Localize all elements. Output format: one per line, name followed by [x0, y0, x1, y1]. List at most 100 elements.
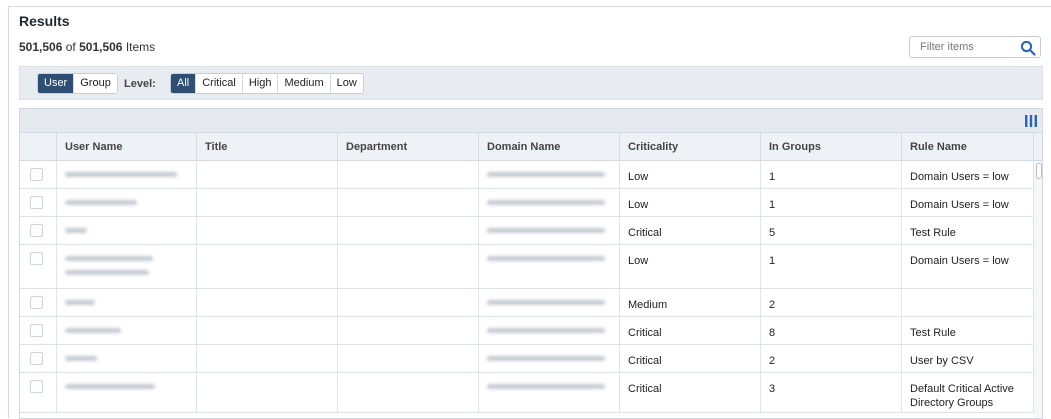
rule-name-value: Test Rule [910, 327, 956, 339]
grid-toolbar [20, 109, 1042, 133]
column-header-in-groups[interactable]: In Groups [761, 133, 902, 161]
results-grid: User Name Title Department Domain Name Criti… [19, 108, 1043, 419]
criticality-value: Low [628, 199, 649, 211]
scrollbar[interactable] [1034, 161, 1042, 418]
criticality-value: Critical [628, 227, 662, 239]
level-option-critical[interactable]: Critical [196, 74, 243, 93]
user-name-cell [57, 289, 197, 316]
user-name-cell [57, 317, 197, 344]
table-row[interactable]: Low 1 Domain Users = low [20, 189, 1034, 217]
scrollbar-thumb[interactable] [1036, 163, 1042, 179]
table-row[interactable]: Low 1 Domain Users = low [20, 245, 1034, 289]
level-option-high[interactable]: High [242, 74, 279, 93]
criticality-value: Critical [628, 355, 662, 367]
criticality-cell: Low [620, 245, 761, 288]
table-header: User Name Title Department Domain Name Criti… [20, 133, 1042, 161]
row-checkbox[interactable] [30, 296, 43, 309]
columns-icon[interactable] [1024, 114, 1038, 128]
column-header-domain-name[interactable]: Domain Name [479, 133, 620, 161]
user-name-cell [57, 373, 197, 412]
title-cell [197, 161, 338, 188]
department-cell [338, 317, 479, 344]
table-row[interactable]: Medium 2 [20, 289, 1034, 317]
criticality-value: Critical [628, 327, 662, 339]
table-row[interactable]: Critical 2 User by CSV [20, 345, 1034, 373]
department-cell [338, 217, 479, 244]
in-groups-cell: 1 [761, 161, 902, 188]
criticality-cell: Critical [620, 217, 761, 244]
level-label: Level: [124, 78, 156, 90]
criticality-cell: Critical [620, 317, 761, 344]
in-groups-value: 2 [769, 355, 776, 367]
rule-name-value: Test Rule [910, 227, 956, 239]
item-count: 501,506 of 501,506 Items [19, 40, 155, 54]
redacted-user-name [65, 356, 97, 361]
in-groups-value: 1 [769, 171, 776, 183]
row-checkbox[interactable] [30, 252, 43, 265]
redacted-user-name [65, 228, 87, 233]
row-checkbox[interactable] [30, 380, 43, 393]
rule-name-cell: Domain Users = low [902, 189, 1034, 216]
title-cell [197, 217, 338, 244]
filter-box [909, 36, 1041, 58]
domain-name-cell [479, 217, 620, 244]
rule-name-cell: Default Critical Active Directory Groups [902, 373, 1034, 412]
criticality-cell: Low [620, 161, 761, 188]
department-cell [338, 373, 479, 412]
domain-name-cell [479, 189, 620, 216]
domain-name-cell [479, 161, 620, 188]
type-toggle: User Group [37, 73, 118, 94]
in-groups-cell: 1 [761, 189, 902, 216]
filter-toolbar: User Group Level: All Critical High Medium Lo… [19, 66, 1043, 100]
column-header-criticality[interactable]: Criticality [620, 133, 761, 161]
criticality-value: Low [628, 171, 649, 183]
page-title: Results [19, 13, 70, 29]
table-body: Low 1 Domain Users = low Low 1 Domain Users =… [20, 161, 1042, 418]
row-checkbox[interactable] [30, 168, 43, 181]
search-icon[interactable] [1020, 40, 1036, 56]
redacted-user-name [65, 172, 177, 177]
level-option-medium[interactable]: Medium [278, 74, 331, 93]
level-option-all[interactable]: All [171, 74, 197, 93]
redacted-domain-name [487, 300, 605, 305]
table-row[interactable]: Low 1 Domain Users = low [20, 161, 1034, 189]
redacted-user-name [65, 300, 95, 305]
table-row[interactable]: Critical 3 Default Critical Active Directo… [20, 373, 1034, 413]
column-header-user-name[interactable]: User Name [57, 133, 197, 161]
criticality-value: Medium [628, 299, 668, 311]
table-row[interactable]: Critical 5 Test Rule [20, 217, 1034, 245]
title-cell [197, 189, 338, 216]
department-cell [338, 289, 479, 316]
redacted-domain-name [487, 200, 605, 205]
department-cell [338, 245, 479, 288]
in-groups-value: 3 [769, 383, 776, 395]
in-groups-cell: 2 [761, 345, 902, 372]
row-checkbox[interactable] [30, 352, 43, 365]
filter-input[interactable] [910, 37, 1018, 57]
title-cell [197, 245, 338, 288]
user-name-cell [57, 189, 197, 216]
column-header-title[interactable]: Title [197, 133, 338, 161]
row-checkbox[interactable] [30, 224, 43, 237]
user-name-cell [57, 217, 197, 244]
rule-name-value: Domain Users = low [910, 199, 1009, 211]
domain-name-cell [479, 373, 620, 412]
type-option-user[interactable]: User [38, 74, 75, 93]
user-name-cell [57, 245, 197, 288]
results-panel: Results 501,506 of 501,506 Items UserGro… [8, 6, 1051, 419]
rule-name-cell: Domain Users = low [902, 245, 1034, 288]
row-checkbox[interactable] [30, 196, 43, 209]
select-cell [20, 289, 57, 316]
count-total: 501,506 [79, 40, 123, 54]
table-row[interactable]: Critical 8 Test Rule [20, 317, 1034, 345]
redacted-domain-name [487, 356, 605, 361]
redacted-domain-name [487, 228, 605, 233]
level-option-low[interactable]: Low [330, 74, 363, 93]
column-header-rule-name[interactable]: Rule Name [902, 133, 1034, 161]
in-groups-value: 8 [769, 327, 776, 339]
in-groups-value: 5 [769, 227, 776, 239]
type-option-group[interactable]: Group [74, 74, 117, 93]
column-header-department[interactable]: Department [338, 133, 479, 161]
criticality-value: Low [628, 255, 649, 267]
row-checkbox[interactable] [30, 324, 43, 337]
